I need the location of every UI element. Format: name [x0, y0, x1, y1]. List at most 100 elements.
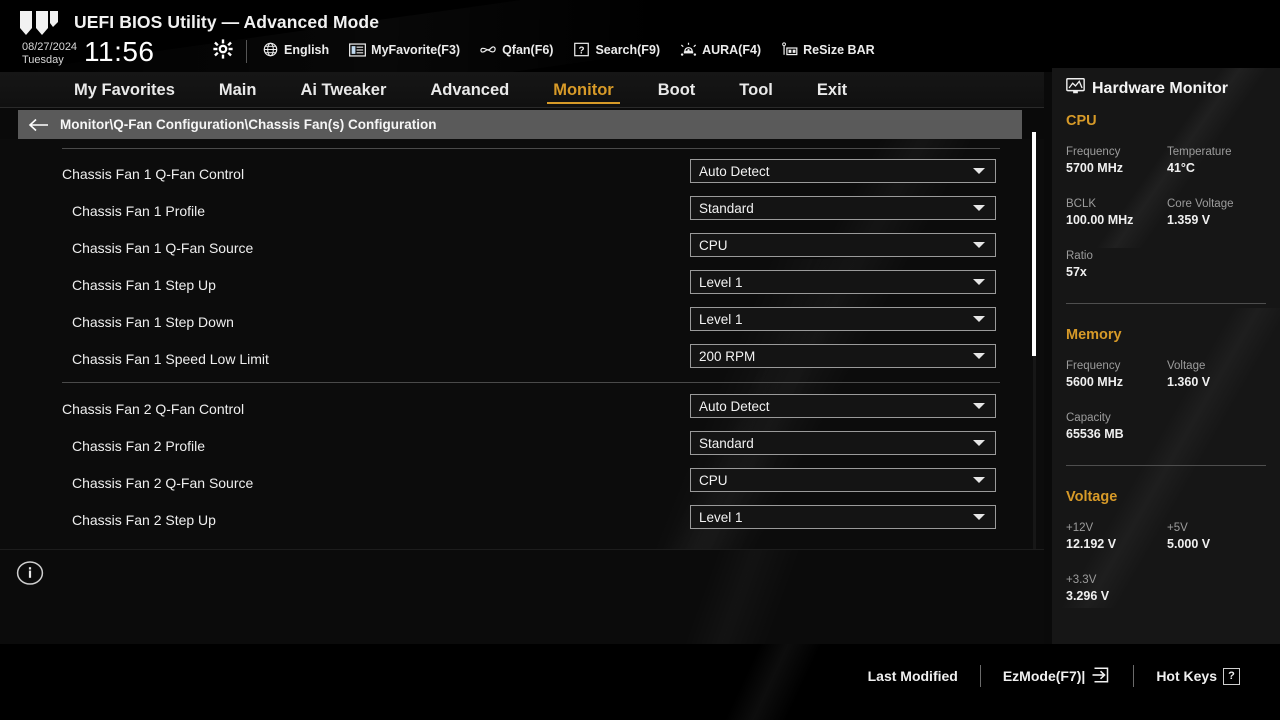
hwm-metric: BCLK 100.00 MHz: [1066, 197, 1133, 228]
hwm-section-divider: [1066, 465, 1266, 466]
setting-dropdown[interactable]: Auto Detect: [690, 394, 996, 418]
hwm-metric-value: 3.296 V: [1066, 589, 1110, 603]
last-modified-button[interactable]: Last Modified: [846, 668, 980, 684]
setting-dropdown[interactable]: Standard: [690, 196, 996, 220]
chevron-down-icon[interactable]: [973, 279, 985, 285]
hardware-monitor-title: Hardware Monitor: [1066, 78, 1228, 99]
setting-label: Chassis Fan 2 Profile: [72, 437, 206, 454]
help-info-panel: [0, 549, 1044, 644]
qfan-button[interactable]: Qfan(F6): [480, 42, 553, 57]
ezmode-button[interactable]: EzMode(F7)|: [981, 666, 1133, 686]
monitor-screen-icon: [1066, 78, 1085, 99]
setting-dropdown[interactable]: CPU: [690, 468, 996, 492]
aura-button[interactable]: AURA(F4): [680, 42, 761, 57]
setting-dropdown[interactable]: Level 1: [690, 307, 996, 331]
setting-row[interactable]: Chassis Fan 1 Step Up Level 1: [0, 266, 1010, 303]
hwm-metric-key: Core Voltage: [1167, 198, 1234, 210]
hwm-metric: +5V 5.000 V: [1167, 521, 1210, 552]
setting-row[interactable]: Chassis Fan 2 Q-Fan Source CPU: [0, 464, 1010, 501]
hwm-metric-value: 5600 MHz: [1066, 375, 1123, 389]
weekday-text: Tuesday: [22, 53, 64, 66]
setting-row[interactable]: Chassis Fan 2 Profile Standard: [0, 427, 1010, 464]
search-label: Search(F9): [595, 42, 661, 57]
info-circle-icon[interactable]: [16, 559, 44, 587]
setting-row[interactable]: Chassis Fan 1 Q-Fan Control Auto Detect: [0, 155, 1010, 192]
setting-dropdown[interactable]: Level 1: [690, 270, 996, 294]
setting-row[interactable]: Chassis Fan 1 Speed Low Limit 200 RPM: [0, 340, 1010, 377]
tab-label: Exit: [816, 80, 848, 99]
hwm-metric-key: +5V: [1167, 522, 1188, 534]
language-button[interactable]: English: [262, 42, 329, 57]
hwm-metric-key: Ratio: [1066, 250, 1093, 262]
resize-bar-button[interactable]: ReSize BAR: [781, 42, 875, 57]
hwm-metric: Voltage 1.360 V: [1167, 359, 1210, 390]
setting-dropdown-value: Auto Detect: [699, 398, 770, 414]
setting-label: Chassis Fan 2 Q-Fan Control: [62, 400, 245, 417]
breadcrumb: Monitor\Q-Fan Configuration\Chassis Fan(…: [18, 110, 1022, 139]
search-button[interactable]: ? Search(F9): [573, 42, 660, 57]
chevron-down-icon[interactable]: [973, 403, 985, 409]
section-divider: [62, 148, 1000, 149]
section-divider: [62, 382, 1000, 383]
question-box-icon: ?: [573, 42, 590, 57]
qfan-label: Qfan(F6): [502, 42, 554, 57]
hotkeys-badge: ?: [1223, 667, 1240, 685]
setting-label: Chassis Fan 2 Q-Fan Source: [72, 474, 254, 491]
hwm-metric-value: 5700 MHz: [1066, 161, 1123, 175]
myfavorite-button[interactable]: MyFavorite(F3): [349, 42, 460, 57]
hotkeys-button[interactable]: Hot Keys ?: [1134, 667, 1262, 685]
hardware-monitor-title-text: Hardware Monitor: [1092, 79, 1229, 97]
hwm-section-title: Memory: [1066, 327, 1122, 343]
setting-row[interactable]: Chassis Fan 1 Step Down Level 1: [0, 303, 1010, 340]
last-modified-label: Last Modified: [867, 668, 958, 684]
tab-ai-tweaker[interactable]: Ai Tweaker: [278, 72, 408, 108]
chevron-down-icon[interactable]: [973, 440, 985, 446]
setting-dropdown-value: 200 RPM: [699, 348, 756, 364]
tab-exit[interactable]: Exit: [795, 72, 869, 108]
globe-icon: [262, 42, 279, 57]
hwm-metric-key: +12V: [1066, 522, 1094, 534]
hwm-metric-value: 1.360 V: [1167, 375, 1211, 389]
setting-dropdown-value: Standard: [699, 200, 754, 216]
setting-row[interactable]: Chassis Fan 2 Q-Fan Control Auto Detect: [0, 390, 1010, 427]
tab-my-favorites[interactable]: My Favorites: [52, 72, 197, 108]
hwm-metric: +12V 12.192 V: [1066, 521, 1116, 552]
hwm-metric: Temperature 41°C: [1167, 145, 1232, 176]
setting-row[interactable]: Chassis Fan 2 Step Up Level 1: [0, 501, 1010, 538]
chevron-down-icon[interactable]: [973, 477, 985, 483]
hwm-metric-value: 57x: [1066, 265, 1087, 279]
hwm-metric-value: 5.000 V: [1167, 537, 1211, 551]
tab-boot[interactable]: Boot: [636, 72, 718, 108]
chevron-down-icon[interactable]: [973, 242, 985, 248]
setting-dropdown-value: CPU: [699, 237, 728, 253]
chevron-down-icon[interactable]: [973, 168, 985, 174]
tab-main[interactable]: Main: [197, 72, 279, 108]
ezmode-label: EzMode(F7)|: [1002, 668, 1086, 684]
chevron-down-icon[interactable]: [973, 205, 985, 211]
tab-tool[interactable]: Tool: [717, 72, 795, 108]
scrollbar-thumb[interactable]: [1032, 132, 1036, 356]
setting-label: Chassis Fan 1 Q-Fan Source: [72, 239, 254, 256]
tab-monitor[interactable]: Monitor: [531, 72, 635, 108]
setting-dropdown[interactable]: Level 1: [690, 505, 996, 529]
back-arrow-icon[interactable]: [18, 118, 60, 132]
setting-row[interactable]: Chassis Fan 1 Profile Standard: [0, 192, 1010, 229]
setting-row[interactable]: Chassis Fan 1 Q-Fan Source CPU: [0, 229, 1010, 266]
gear-icon[interactable]: [213, 39, 233, 59]
chevron-down-icon[interactable]: [973, 353, 985, 359]
chevron-down-icon[interactable]: [973, 316, 985, 322]
menu-tabs: My Favorites Main Ai Tweaker Advanced Monito…: [52, 72, 869, 108]
setting-dropdown[interactable]: Standard: [690, 431, 996, 455]
chevron-down-icon[interactable]: [973, 514, 985, 520]
setting-dropdown[interactable]: CPU: [690, 233, 996, 257]
tab-advanced[interactable]: Advanced: [408, 72, 531, 108]
hwm-metric-key: BCLK: [1066, 198, 1097, 210]
setting-dropdown-value: Level 1: [699, 509, 743, 525]
hwm-metric-value: 1.359 V: [1167, 213, 1211, 227]
setting-label: Chassis Fan 1 Profile: [72, 202, 206, 219]
page-title: UEFI BIOS Utility — Advanced Mode: [74, 12, 380, 32]
decorative-streak: [380, 550, 1044, 644]
setting-dropdown[interactable]: Auto Detect: [690, 159, 996, 183]
setting-dropdown[interactable]: 200 RPM: [690, 344, 996, 368]
favorites-list-icon: [349, 42, 367, 57]
